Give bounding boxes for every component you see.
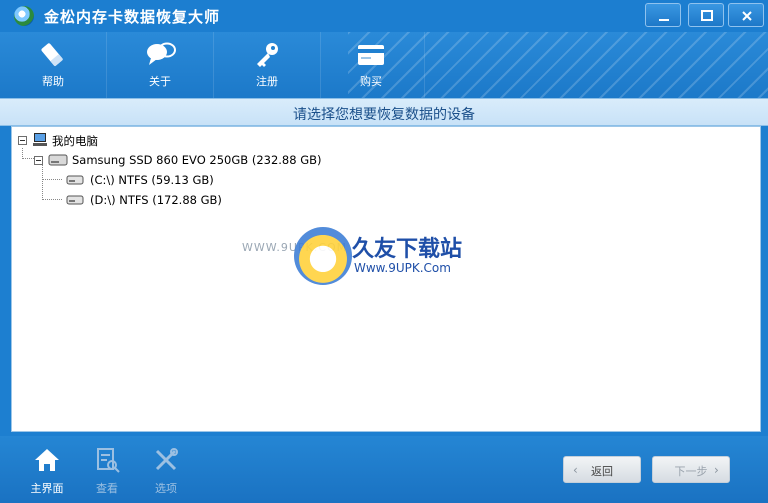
tree-connector <box>42 164 43 200</box>
tree-node-my-computer[interactable]: 我的电脑 <box>16 131 136 149</box>
next-button[interactable]: 下一步 › <box>652 456 730 483</box>
buy-button[interactable]: 购买 <box>318 32 425 98</box>
about-button[interactable]: 关于 <box>107 32 214 98</box>
instruction-text: 请选择您想要恢复数据的设备 <box>293 107 475 123</box>
eraser-icon <box>41 43 63 67</box>
watermark: WWW.9UPK.COM 久友下载站 Www.9UPK.Com <box>232 217 522 297</box>
about-label: 关于 <box>149 75 171 88</box>
view-label: 查看 <box>96 482 118 495</box>
hard-drive-icon <box>48 154 68 166</box>
computer-icon <box>33 133 47 146</box>
back-button[interactable]: ‹ 返回 <box>563 456 641 483</box>
tree-node-partition-c[interactable]: (C:\) NTFS (59.13 GB) <box>66 171 266 189</box>
tree-node-partition-d[interactable]: (D:\) NTFS (172.88 GB) <box>66 191 266 209</box>
app-logo-icon <box>14 6 34 26</box>
help-label: 帮助 <box>42 75 64 88</box>
key-icon <box>257 43 278 67</box>
tree-connector <box>42 179 62 180</box>
chat-bubbles-icon <box>147 42 176 65</box>
back-label: 返回 <box>591 465 613 478</box>
home-label: 主界面 <box>30 482 64 495</box>
minimize-icon <box>659 19 669 21</box>
home-button[interactable]: 主界面 <box>17 436 77 503</box>
bottom-bar: 主界面 查看 选项 ‹ 返回 下一步 › <box>0 436 768 503</box>
instruction-bar: 请选择您想要恢复数据的设备 <box>0 98 768 126</box>
watermark-brand: 久友下载站 <box>352 237 463 262</box>
register-label: 注册 <box>256 75 278 88</box>
close-button[interactable] <box>728 3 764 27</box>
watermark-logo-icon <box>294 227 352 285</box>
options-button[interactable]: 选项 <box>136 436 196 503</box>
options-label: 选项 <box>155 482 177 495</box>
tree-node-label: 我的电脑 <box>52 134 98 148</box>
register-button[interactable]: 注册 <box>214 32 321 98</box>
collapse-toggle[interactable] <box>34 156 43 165</box>
toolbar: 帮助 关于 注册 购买 <box>0 32 768 98</box>
tree-connector <box>42 199 62 200</box>
chevron-right-icon: › <box>714 463 719 477</box>
view-document-icon <box>97 448 120 473</box>
watermark-url: Www.9UPK.Com <box>354 261 451 275</box>
buy-label: 购买 <box>360 75 382 88</box>
collapse-toggle[interactable] <box>18 136 27 145</box>
tree-node-disk[interactable]: Samsung SSD 860 EVO 250GB (232.88 GB) <box>32 151 332 169</box>
app-title: 金松内存卡数据恢复大师 <box>44 8 221 26</box>
card-icon <box>358 45 384 65</box>
maximize-button[interactable] <box>688 3 724 27</box>
partition-icon <box>66 195 84 205</box>
help-button[interactable]: 帮助 <box>0 32 107 98</box>
view-button[interactable]: 查看 <box>77 436 137 503</box>
tree-node-label: (D:\) NTFS (172.88 GB) <box>90 193 222 207</box>
title-bar: 金松内存卡数据恢复大师 <box>0 0 768 32</box>
tools-icon <box>155 448 178 471</box>
minimize-button[interactable] <box>645 3 681 27</box>
close-icon <box>742 11 752 21</box>
home-icon <box>35 449 59 471</box>
partition-icon <box>66 175 84 185</box>
device-tree: 我的电脑 Samsung SSD 860 EVO 250GB (232.88 G… <box>11 126 761 432</box>
tree-node-label: Samsung SSD 860 EVO 250GB (232.88 GB) <box>72 153 322 167</box>
tree-node-label: (C:\) NTFS (59.13 GB) <box>90 173 214 187</box>
maximize-icon <box>701 10 713 21</box>
